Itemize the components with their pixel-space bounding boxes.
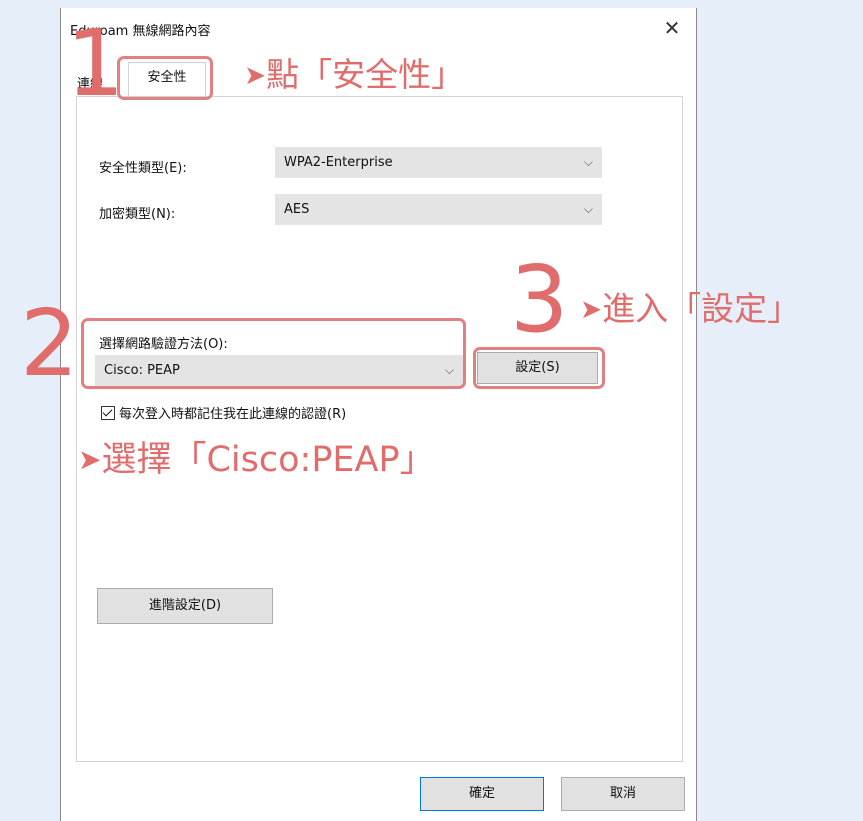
security-type-value: WPA2-Enterprise: [284, 155, 393, 170]
step1-text: 點「安全性」: [266, 55, 465, 94]
chevron-down-icon: ⌵: [583, 155, 593, 169]
advanced-settings-button[interactable]: 進階設定(D): [97, 588, 273, 624]
security-type-select[interactable]: WPA2-Enterprise ⌵: [275, 147, 602, 178]
step1-annotation: ➤點「安全性」: [244, 58, 464, 91]
checkbox-checked-icon[interactable]: [101, 406, 115, 420]
encryption-type-select[interactable]: AES ⌵: [275, 194, 602, 225]
arrow-icon: ➤: [580, 293, 603, 325]
arrow-icon: ➤: [78, 442, 102, 476]
encryption-type-label: 加密類型(N):: [99, 207, 176, 222]
ok-button[interactable]: 確定: [420, 777, 544, 811]
step1-number: 1: [66, 10, 125, 117]
step3-highlight-box: [473, 347, 605, 389]
close-icon[interactable]: ✕: [658, 14, 686, 42]
step2-annotation: ➤選擇「Cisco:PEAP」: [78, 443, 435, 478]
step3-number: 3: [510, 246, 569, 353]
step2-highlight-box: [81, 318, 466, 389]
encryption-type-value: AES: [284, 202, 310, 217]
step3-text: 進入「設定」: [602, 289, 801, 328]
arrow-icon: ➤: [244, 59, 267, 91]
remember-credentials-label: 每次登入時都記住我在此連線的認證(R): [119, 407, 347, 422]
cancel-button[interactable]: 取消: [561, 777, 685, 811]
step3-annotation: ➤進入「設定」: [580, 292, 800, 325]
security-type-label: 安全性類型(E):: [99, 161, 187, 176]
chevron-down-icon: ⌵: [583, 202, 593, 216]
remember-credentials-row[interactable]: 每次登入時都記住我在此連線的認證(R): [101, 403, 346, 422]
step2-number: 2: [20, 290, 79, 397]
step1-highlight-box: [117, 56, 213, 100]
step2-text: 選擇「Cisco:PEAP」: [101, 440, 435, 480]
